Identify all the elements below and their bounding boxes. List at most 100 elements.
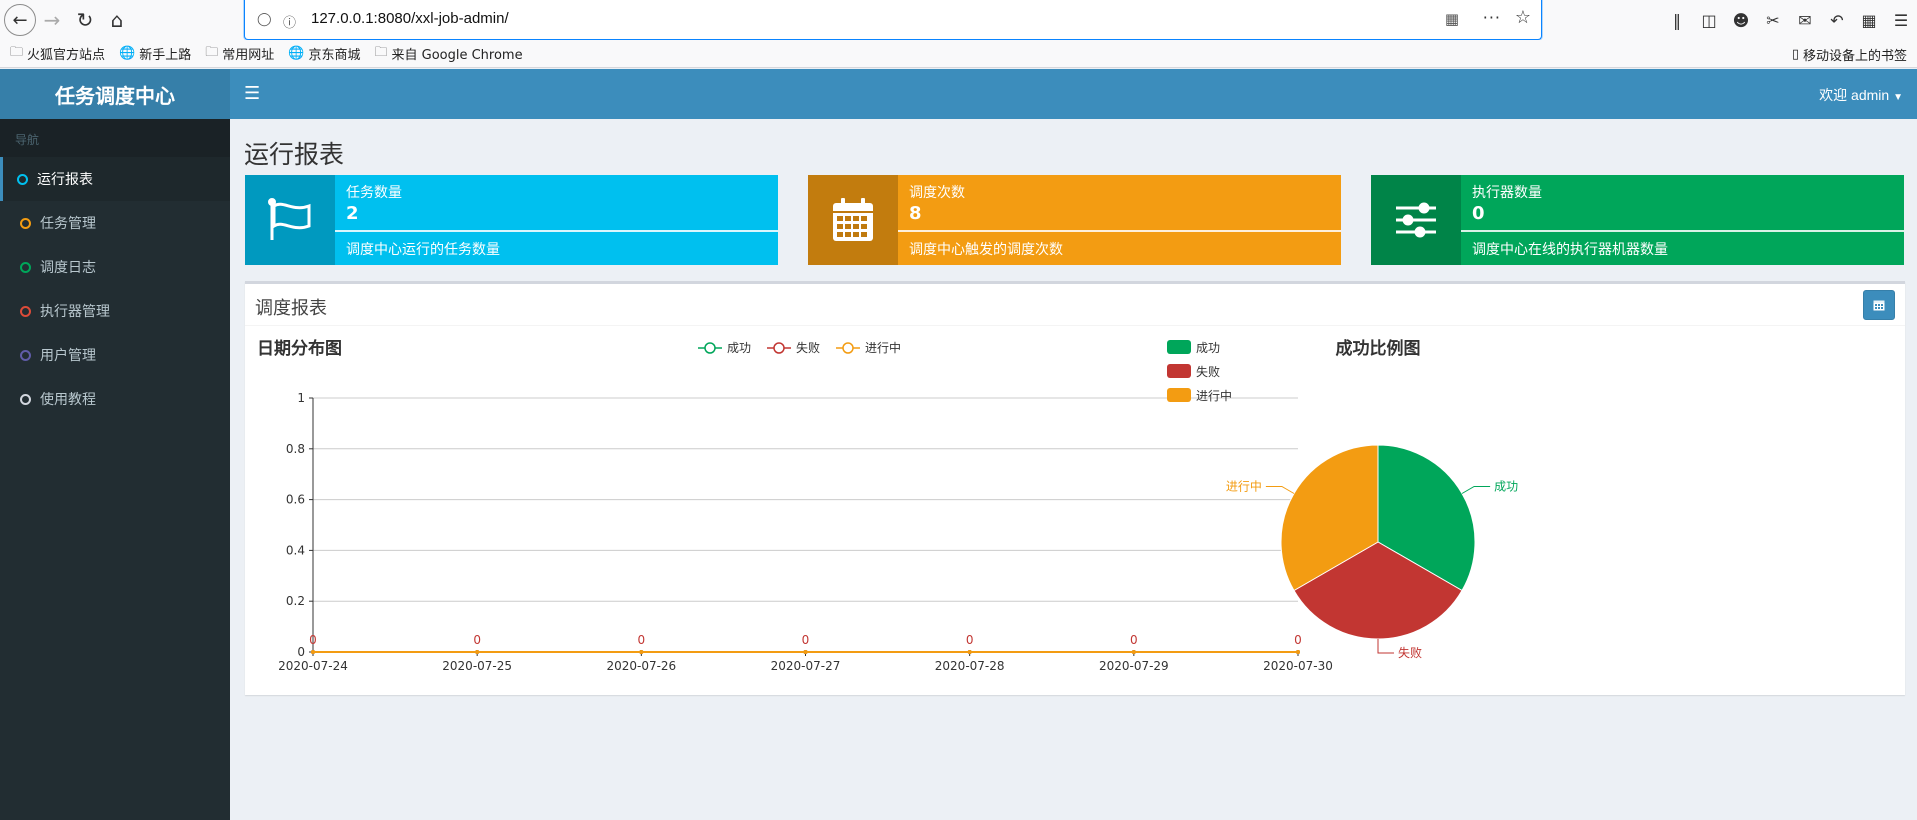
address-bar[interactable]: ◯ ⓘ 127.0.0.1:8080/xxl-job-admin/ ▦ ··· … <box>244 0 1542 40</box>
sidebar-toggle-icon[interactable]: ◫ <box>1693 11 1725 30</box>
info-box-desc: 调度中心触发的调度次数 <box>909 242 1063 258</box>
calendar-icon <box>1873 300 1885 311</box>
shield-icon[interactable]: ◯ <box>257 12 272 27</box>
sidebar-item-label: 调度日志 <box>40 260 96 276</box>
bookmark-item[interactable]: 🌐 京东商城 <box>288 44 360 63</box>
data-label: 0 <box>966 633 974 647</box>
legend-item[interactable]: 失败 <box>767 340 820 355</box>
mobile-bookmarks[interactable]: ▯ 移动设备上的书签 <box>1792 45 1907 64</box>
folder-icon: 🗀 <box>374 44 388 60</box>
user-menu[interactable]: 欢迎 admin ▼ <box>1819 85 1903 105</box>
info-box-trigger-count: 调度次数 8 调度中心触发的调度次数 <box>808 175 1341 265</box>
data-point[interactable] <box>967 650 972 654</box>
sidebar-item-jobs[interactable]: 任务管理 <box>0 201 230 245</box>
sidebar-item-report[interactable]: 运行报表 <box>0 157 230 201</box>
data-point[interactable] <box>803 650 808 654</box>
info-box-value: 8 <box>909 203 922 224</box>
info-box-executor-count: 执行器数量 0 调度中心在线的执行器机器数量 <box>1371 175 1904 265</box>
pie-label-line <box>1461 486 1491 494</box>
library-icon[interactable]: ‖ <box>1661 11 1693 30</box>
app-logo[interactable]: 任务调度中心 <box>0 69 230 119</box>
legend-label: 成功 <box>727 341 751 355</box>
legend-swatch <box>1167 364 1191 378</box>
bookmark-item[interactable]: 🌐 新手上路 <box>119 44 191 63</box>
legend-item[interactable]: 进行中 <box>836 340 901 355</box>
menu-icon[interactable]: ☰ <box>1885 11 1917 30</box>
x-tick-label: 2020-07-29 <box>1099 659 1169 673</box>
app: 任务调度中心 ☰ 欢迎 admin ▼ 导航 运行报表 任务管理 调度日志 执行… <box>0 69 1917 820</box>
data-label: 0 <box>1294 633 1302 647</box>
legend-item[interactable]: 失败 <box>1167 364 1220 379</box>
mobile-icon: ▯ <box>1791 47 1799 62</box>
legend-label: 失败 <box>1196 364 1220 379</box>
sidebar-item-label: 用户管理 <box>40 348 96 364</box>
legend-label: 失败 <box>796 340 820 355</box>
info-box-job-count: 任务数量 2 调度中心运行的任务数量 <box>245 175 778 265</box>
progress-bar <box>1461 230 1904 232</box>
more-actions-icon[interactable]: ··· <box>1483 8 1501 27</box>
legend-item[interactable]: 成功 <box>1167 340 1220 355</box>
nav-header: 导航 <box>0 119 230 157</box>
report-box: 调度报表 日期分布图 成功 失败 进行中 0 0.2 0.4 0.6 0.8 1 2020-07-2… <box>245 281 1905 695</box>
progress-bar <box>898 230 1341 232</box>
extensions-icon[interactable]: ▦ <box>1853 11 1885 30</box>
info-box-label: 调度次数 <box>909 185 965 201</box>
page-title: 运行报表 <box>244 140 345 169</box>
x-tick-label: 2020-07-28 <box>935 659 1005 673</box>
data-point[interactable] <box>475 650 480 654</box>
legend-marker <box>773 342 785 354</box>
screenshot-icon[interactable]: ✂ <box>1757 11 1789 30</box>
date-range-button[interactable] <box>1863 290 1895 320</box>
x-tick-label: 2020-07-27 <box>771 659 841 673</box>
legend-item[interactable]: 进行中 <box>1167 388 1232 403</box>
legend-item[interactable]: 成功 <box>698 341 751 355</box>
url-text[interactable]: 127.0.0.1:8080/xxl-job-admin/ <box>311 10 509 27</box>
forward-button[interactable]: → <box>36 4 68 36</box>
globe-icon: 🌐 <box>119 46 136 61</box>
data-label: 0 <box>309 633 317 647</box>
data-point[interactable] <box>1296 650 1300 654</box>
bookmark-star-icon[interactable]: ☆ <box>1515 7 1531 28</box>
qr-code-icon[interactable]: ▦ <box>1445 10 1459 28</box>
sidebar-item-executors[interactable]: 执行器管理 <box>0 289 230 333</box>
y-tick-label: 0.2 <box>286 594 305 608</box>
flag-icon <box>245 175 335 265</box>
bookmark-item[interactable]: 🗀 来自 Google Chrome <box>374 43 522 65</box>
sidebar-toggle-button[interactable]: ☰ <box>244 83 260 104</box>
undo-icon[interactable]: ↶ <box>1821 11 1853 30</box>
line-chart-title: 日期分布图 <box>257 338 342 359</box>
x-tick-label: 2020-07-25 <box>442 659 512 673</box>
bookmark-item[interactable]: 🗀 常用网址 <box>205 43 274 65</box>
bookmark-item[interactable]: 🗀 火狐官方站点 <box>10 43 105 65</box>
sidebar-item-help[interactable]: 使用教程 <box>0 377 230 421</box>
data-point[interactable] <box>1131 650 1136 654</box>
sidebar-item-users[interactable]: 用户管理 <box>0 333 230 377</box>
data-point[interactable] <box>311 650 315 654</box>
back-button[interactable]: ← <box>4 4 36 36</box>
info-box-desc: 调度中心运行的任务数量 <box>346 242 500 258</box>
info-box-desc: 调度中心在线的执行器机器数量 <box>1472 242 1668 258</box>
circle-icon <box>20 305 31 317</box>
x-tick-label: 2020-07-24 <box>278 659 348 673</box>
sidebar-item-label: 使用教程 <box>40 392 96 408</box>
calendar-icon <box>808 175 898 265</box>
folder-icon: 🗀 <box>205 44 219 60</box>
account-icon[interactable]: ☻ <box>1725 11 1757 30</box>
sidebar-item-label: 执行器管理 <box>40 304 110 320</box>
y-tick-label: 0.4 <box>286 543 305 557</box>
main-content: 运行报表 任务数量 2 调度中心运行的任务数量 调度次数 8 调度中心触发的调度… <box>230 119 1917 820</box>
data-label: 0 <box>802 633 810 647</box>
info-box-value: 0 <box>1472 203 1485 224</box>
reload-button[interactable]: ↻ <box>69 4 101 36</box>
info-box-value: 2 <box>346 203 359 224</box>
y-tick-label: 1 <box>297 391 305 405</box>
browser-toolbar: ← → ↻ ⌂ ◯ ⓘ 127.0.0.1:8080/xxl-job-admin… <box>0 0 1917 40</box>
chat-icon[interactable]: ✉ <box>1789 11 1821 30</box>
globe-icon: 🌐 <box>288 46 305 61</box>
home-button[interactable]: ⌂ <box>101 4 133 36</box>
info-icon[interactable]: ⓘ <box>283 12 296 31</box>
data-point[interactable] <box>639 650 644 654</box>
pie-label-line <box>1265 486 1295 494</box>
info-box-label: 执行器数量 <box>1472 185 1542 201</box>
sidebar-item-logs[interactable]: 调度日志 <box>0 245 230 289</box>
